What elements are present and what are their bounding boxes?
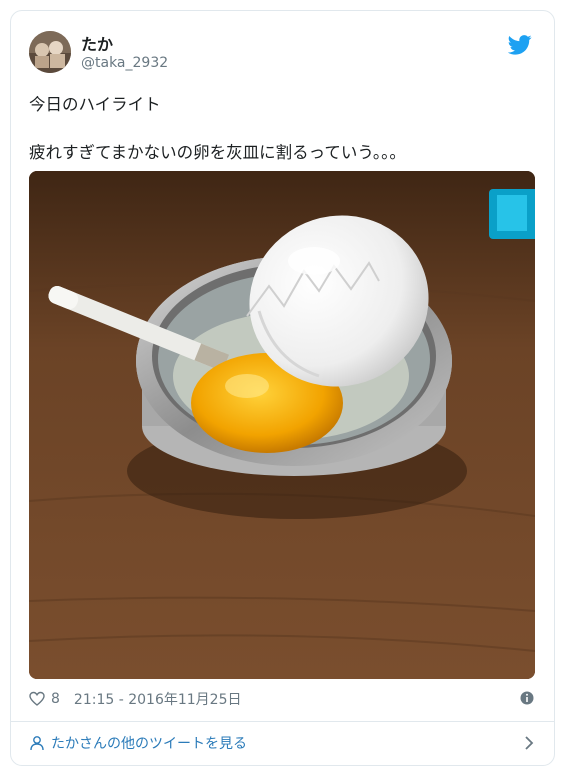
like-count[interactable]: 8 xyxy=(51,691,60,707)
more-tweets-label: たかさんの他のツイートを見る xyxy=(51,736,247,752)
info-icon[interactable] xyxy=(520,691,534,705)
twitter-bird-icon[interactable] xyxy=(508,35,532,55)
tweet-text-line1: 今日のハイライト xyxy=(29,95,161,114)
ashtray-egg-image xyxy=(29,171,535,679)
more-tweets-link[interactable]: たかさんの他のツイートを見る xyxy=(29,732,536,754)
chevron-right-icon xyxy=(525,736,534,750)
divider xyxy=(11,721,554,722)
person-icon xyxy=(30,736,44,751)
tweet-timestamp[interactable]: 21:15 - 2016年11月25日 xyxy=(74,689,242,709)
tweet-photo[interactable] xyxy=(29,171,535,679)
tweet-text-line2: 疲れすぎてまかないの卵を灰皿に割るっていう。。。 xyxy=(29,143,406,162)
heart-icon[interactable] xyxy=(29,691,45,707)
author-handle[interactable]: @taka_2932 xyxy=(81,55,168,71)
author-name[interactable]: たか xyxy=(81,31,113,55)
tweet-meta: 8 21:15 - 2016年11月25日 xyxy=(29,689,241,709)
avatar[interactable] xyxy=(29,31,71,73)
tweet-card: たか @taka_2932 今日のハイライト 疲れすぎてまかないの卵を灰皿に割る… xyxy=(10,10,555,766)
avatar-image xyxy=(29,31,71,73)
